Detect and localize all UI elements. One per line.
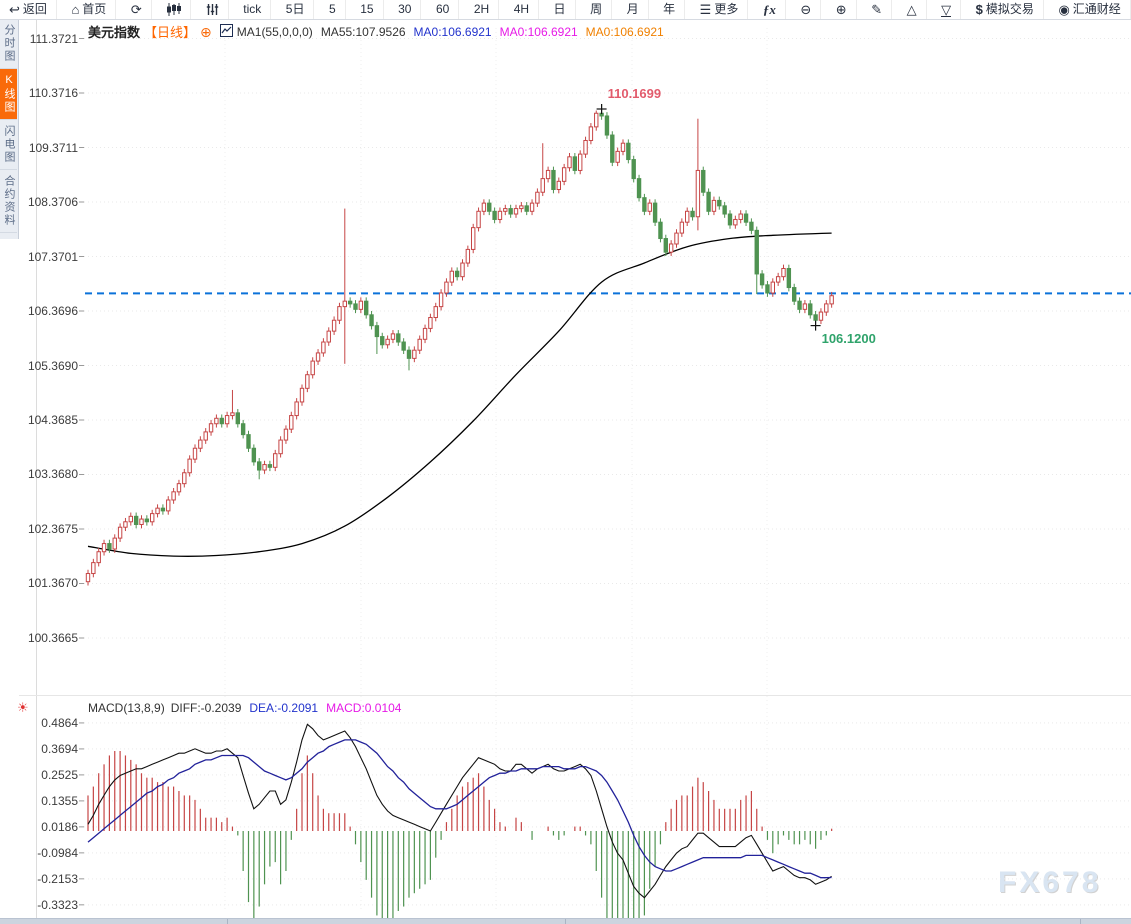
macd-dea-line <box>87 739 832 879</box>
toolbar-button-interval-30[interactable]: 30 <box>389 0 422 19</box>
interval-5-label: 5 <box>329 2 336 16</box>
fx678-brand-icon: ◉ <box>1058 2 1070 17</box>
chart-canvas[interactable] <box>0 0 1131 923</box>
chart-type-icon <box>166 3 182 16</box>
macd-dea-value: DEA:-0.2091 <box>249 701 319 715</box>
interval-30-label: 30 <box>398 2 412 16</box>
toolbar-button-interval-60[interactable]: 60 <box>426 0 460 19</box>
toolbar-button-interval-week[interactable]: 周 <box>581 0 613 19</box>
candles-layer <box>85 103 834 586</box>
interval-15-label: 15 <box>360 2 374 16</box>
fx678-brand-label: 汇通财经 <box>1072 2 1121 16</box>
zoom-out-icon: ⊖ <box>800 2 812 17</box>
mini-chart-icon <box>219 23 233 40</box>
ma-settings-label: MA1(55,0,0,0) <box>236 24 313 39</box>
toolbar-button-indicator-settings[interactable] <box>196 0 229 19</box>
toolbar-button-chart-type[interactable] <box>157 0 192 19</box>
toolbar-button-interval-year[interactable]: 年 <box>654 0 686 19</box>
ma0-value-magenta: MA0:106.6921 <box>499 24 578 39</box>
toolbar-button-sim-trading[interactable]: $ 模拟交易 <box>966 0 1044 19</box>
toolbar-button-interval-day[interactable]: 日 <box>544 0 576 19</box>
toolbar-button-more[interactable]: ☰ 更多 <box>690 0 749 19</box>
home-icon: ⌂ <box>71 2 80 17</box>
back-icon: ↩ <box>9 2 20 17</box>
scrollbar-tick <box>1080 919 1081 924</box>
low-price-annotation: 106.1200 <box>821 330 876 346</box>
toolbar-button-zoom-in[interactable]: ⊕ <box>826 0 857 19</box>
toolbar: ↩ 返回 ⌂ 首页 ⟳ tick 5日 5 15 30 60 2H 4H 日 周 月 年 ☰ 更多 ƒx ⊖ ⊕ ✎ △ ▽ $ 模… <box>0 0 1131 20</box>
ma55-value: MA55:107.9526 <box>320 24 406 39</box>
high-price-annotation: 110.1699 <box>607 85 662 101</box>
interval-2h-label: 2H <box>473 2 490 16</box>
interval-4h-label: 4H <box>513 2 530 16</box>
sidebar-tab-contract-info[interactable]: 合约资料 <box>0 170 17 233</box>
macd-settings-icon[interactable]: ☀ <box>17 700 29 716</box>
macd-title: MACD(13,8,9) <box>88 701 165 715</box>
toolbar-button-interval-4h[interactable]: 4H <box>504 0 540 19</box>
macd-macd-value: MACD:0.0104 <box>326 701 402 715</box>
toolbar-button-zoom-out[interactable]: ⊖ <box>791 0 822 19</box>
symbol-name: 美元指数 <box>88 25 141 40</box>
macd-diff-value: DIFF:-0.2039 <box>170 701 242 715</box>
bottom-scrollbar[interactable] <box>0 918 1131 924</box>
interval-week-label: 周 <box>590 2 603 16</box>
period-label: 【日线】 <box>144 25 197 40</box>
draw-pencil-icon: ✎ <box>871 2 883 17</box>
indicator-settings-icon <box>206 3 219 16</box>
more-label: 更多 <box>714 2 739 16</box>
sim-trading-icon: $ <box>975 2 983 17</box>
zoom-in-icon: ⊕ <box>835 2 847 17</box>
ma0-value-blue: MA0:106.6921 <box>413 24 492 39</box>
toolbar-button-fx678-brand[interactable]: ◉ 汇通财经 <box>1049 0 1131 19</box>
macd-histogram-layer <box>87 751 833 923</box>
back-label: 返回 <box>22 2 47 16</box>
toolbar-button-interval-tick[interactable]: tick <box>234 0 272 19</box>
toolbar-button-interval-month[interactable]: 月 <box>617 0 649 19</box>
fx-functions-icon: ƒx <box>762 2 776 17</box>
toolbar-button-triangle-down[interactable]: ▽ <box>932 0 962 19</box>
triangle-up-icon: △ <box>906 2 917 17</box>
interval-year-label: 年 <box>663 2 676 16</box>
sidebar: 分时图 K线图 闪电图 合约资料 <box>0 19 19 239</box>
toolbar-button-fx-functions[interactable]: ƒx <box>753 0 786 19</box>
toolbar-button-home[interactable]: ⌂ 首页 <box>62 0 117 19</box>
interval-tick-label: tick <box>243 2 262 16</box>
toolbar-button-interval-5d[interactable]: 5日 <box>276 0 315 19</box>
toolbar-button-interval-2h[interactable]: 2H <box>464 0 500 19</box>
add-indicator-button[interactable]: ⊕ <box>200 25 212 39</box>
macd-diff-line <box>87 723 832 899</box>
ma0-value-orange: MA0:106.6921 <box>585 24 664 39</box>
main-chart-header: 美元指数 【日线】 ⊕ MA1(55,0,0,0) MA55:107.9526 … <box>88 22 664 41</box>
sim-trading-label: 模拟交易 <box>985 2 1034 16</box>
more-icon: ☰ <box>699 2 712 17</box>
refresh-icon: ⟳ <box>130 2 142 17</box>
macd-header: MACD(13,8,9) DIFF:-0.2039 DEA:-0.2091 MA… <box>88 701 401 715</box>
toolbar-button-interval-15[interactable]: 15 <box>351 0 384 19</box>
toolbar-button-refresh[interactable]: ⟳ <box>121 0 152 19</box>
scrollbar-tick <box>227 919 228 924</box>
toolbar-button-interval-5[interactable]: 5 <box>320 0 346 19</box>
scrollbar-tick <box>565 919 566 924</box>
sidebar-tab-lightning-chart[interactable]: 闪电图 <box>0 120 17 170</box>
sidebar-tab-time-chart[interactable]: 分时图 <box>0 19 17 69</box>
triangle-down-icon: ▽ <box>941 1 952 17</box>
interval-month-label: 月 <box>626 2 639 16</box>
toolbar-button-draw-pencil[interactable]: ✎ <box>862 0 893 19</box>
interval-day-label: 日 <box>553 2 566 16</box>
charting-app: { "toolbar": { "items": [ {"name":"back"… <box>0 0 1131 924</box>
interval-5d-label: 5日 <box>285 2 305 16</box>
home-label: 首页 <box>82 2 107 16</box>
interval-60-label: 60 <box>435 2 450 16</box>
toolbar-button-back[interactable]: ↩ 返回 <box>0 0 57 19</box>
toolbar-button-triangle-up[interactable]: △ <box>897 0 927 19</box>
sidebar-tab-kline-chart[interactable]: K线图 <box>0 69 17 120</box>
